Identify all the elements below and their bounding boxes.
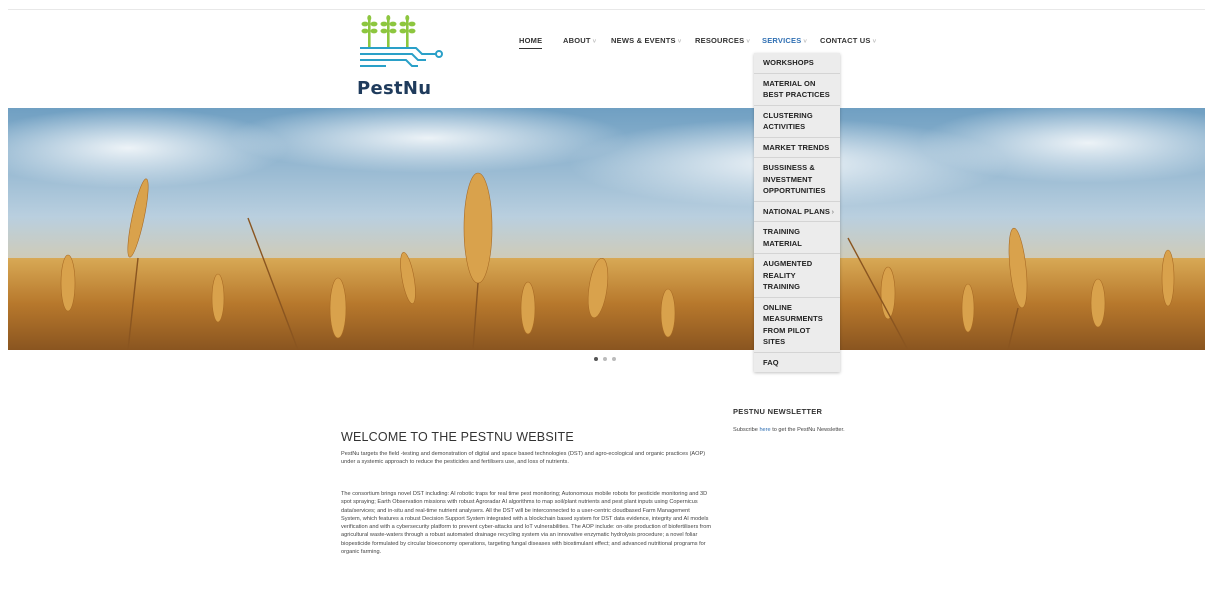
nav-home[interactable]: HOME bbox=[519, 36, 543, 49]
newsletter-title: PESTNU NEWSLETTER bbox=[733, 407, 823, 416]
dropdown-item-workshops[interactable]: WORKSHOPS bbox=[754, 53, 840, 74]
nav-news-events[interactable]: NEWS & EVENTS ˅ bbox=[611, 36, 681, 45]
welcome-paragraph-2: The consortium brings novel DST includin… bbox=[341, 491, 711, 556]
chevron-right-icon: › bbox=[831, 208, 834, 216]
dropdown-item-market-trends[interactable]: MARKET TRENDS bbox=[754, 138, 840, 158]
nav-services-label: SERVICES bbox=[762, 36, 802, 45]
nav-resources-label: RESOURCES bbox=[695, 36, 745, 45]
top-divider bbox=[8, 9, 1205, 10]
newsletter-text: Subscribe here to get the PestNu Newslet… bbox=[733, 426, 868, 435]
dropdown-item-faq[interactable]: FAQ bbox=[754, 353, 840, 373]
nav-news-label: NEWS & EVENTS bbox=[611, 36, 676, 45]
services-dropdown-menu: WORKSHOPS MATERIAL ON BEST PRACTICES CLU… bbox=[754, 53, 840, 372]
dropdown-item-national-plans-label: NATIONAL PLANS bbox=[763, 206, 830, 216]
nav-contact-label: CONTACT US bbox=[820, 36, 871, 45]
nav-resources[interactable]: RESOURCES ˅ bbox=[695, 36, 750, 45]
newsletter-subscribe-link[interactable]: here bbox=[759, 427, 770, 433]
dropdown-item-national-plans[interactable]: NATIONAL PLANS › bbox=[754, 202, 840, 222]
hero-slider-image[interactable] bbox=[8, 108, 1205, 350]
nav-services[interactable]: SERVICES ˅ bbox=[762, 36, 807, 45]
nav-contact-us[interactable]: CONTACT US ˅ bbox=[820, 36, 876, 45]
carousel-dot-1[interactable] bbox=[594, 357, 598, 361]
dropdown-item-ar-training[interactable]: AUGMENTED REALITY TRAINING bbox=[754, 254, 840, 298]
nav-about[interactable]: ABOUT ˅ bbox=[563, 36, 596, 45]
chevron-down-icon: ˅ bbox=[677, 39, 682, 45]
nav-home-label: HOME bbox=[519, 36, 543, 45]
newsletter-text-after: to get the PestNu Newsletter. bbox=[770, 427, 845, 433]
carousel-dot-2[interactable] bbox=[603, 357, 607, 361]
dropdown-item-best-practices[interactable]: MATERIAL ON BEST PRACTICES bbox=[754, 74, 840, 106]
carousel-dot-3[interactable] bbox=[612, 357, 616, 361]
newsletter-text-before: Subscribe bbox=[733, 427, 760, 433]
nav-about-label: ABOUT bbox=[563, 36, 591, 45]
chevron-down-icon: ˅ bbox=[746, 39, 751, 45]
dropdown-item-training-material[interactable]: TRAINING MATERIAL bbox=[754, 222, 840, 254]
chevron-down-icon: ˅ bbox=[592, 39, 597, 45]
chevron-down-icon: ˅ bbox=[803, 39, 808, 45]
dropdown-item-online-measurments[interactable]: ONLINE MEASURMENTS FROM PILOT SITES bbox=[754, 298, 840, 353]
dropdown-item-investment[interactable]: BUSSINESS & INVESTMENT OPPORTUNITIES bbox=[754, 158, 840, 202]
chevron-down-icon: ˅ bbox=[872, 39, 877, 45]
dropdown-item-clustering[interactable]: CLUSTERING ACTIVITIES bbox=[754, 106, 840, 138]
welcome-title: WELCOME TO THE PESTNU WEBSITE bbox=[341, 430, 574, 444]
welcome-paragraph-1: PestNu targets the field -testing and de… bbox=[341, 451, 706, 466]
logo-text[interactable]: PestNu bbox=[357, 78, 431, 99]
logo-graphic-icon bbox=[360, 15, 443, 67]
